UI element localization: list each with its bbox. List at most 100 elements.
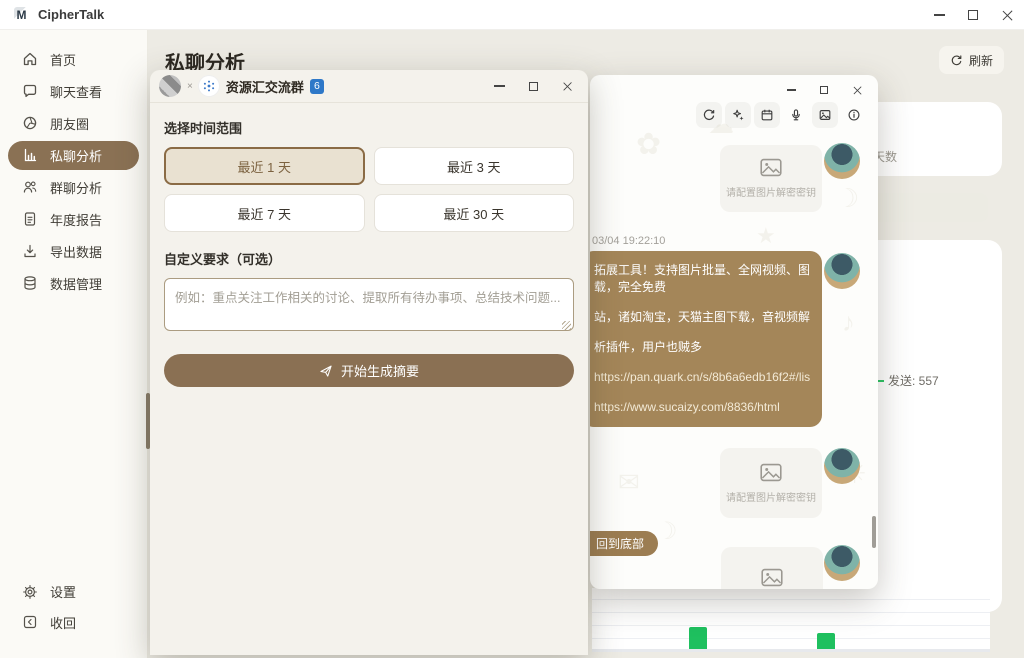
refresh-button[interactable]: 刷新 bbox=[939, 46, 1004, 74]
back-to-bottom-button[interactable]: 回到底部 bbox=[590, 531, 658, 556]
close-button[interactable] bbox=[990, 0, 1024, 30]
app-logo-icon: M bbox=[14, 7, 29, 22]
moon-watermark-icon: ☽ bbox=[836, 183, 859, 214]
sidebar-item-label: 私聊分析 bbox=[50, 146, 102, 165]
activity-bar-chart bbox=[592, 588, 990, 652]
range-button-1day[interactable]: 最近 1 天 bbox=[164, 147, 365, 185]
sent-legend-label: 发送: 557 bbox=[888, 372, 939, 389]
sidebar-footer: 设置 收回 bbox=[0, 576, 147, 639]
sidebar-item-label: 收回 bbox=[50, 613, 76, 632]
sidebar-item-moments[interactable]: 朋友圈 bbox=[8, 109, 139, 138]
refresh-icon bbox=[950, 54, 963, 67]
summary-dialog-header: × 资源汇交流群 6 bbox=[150, 70, 588, 103]
flower-watermark-icon: ✿ bbox=[636, 127, 661, 162]
sidebar-item-chat-view[interactable]: 聊天查看 bbox=[8, 77, 139, 106]
message-line: 拓展工具！支持图片批量、全网视频、图片电商 bbox=[594, 262, 810, 279]
maximize-icon bbox=[820, 86, 828, 94]
member-count-badge: 6 bbox=[310, 79, 324, 94]
sidebar-item-export-data[interactable]: 导出数据 bbox=[8, 237, 139, 266]
window-titlebar: M CipherTalk bbox=[0, 0, 1024, 30]
time-range-group: 最近 1 天 最近 3 天 最近 7 天 最近 30 天 bbox=[164, 147, 574, 232]
gear-icon bbox=[22, 584, 38, 600]
chat-scrollbar-thumb[interactable] bbox=[872, 516, 876, 548]
green-bar bbox=[689, 627, 707, 649]
refresh-label: 刷新 bbox=[969, 52, 993, 69]
send-icon bbox=[319, 364, 333, 378]
avatar bbox=[824, 143, 860, 179]
image-placeholder-icon bbox=[760, 158, 782, 177]
maximize-button[interactable] bbox=[956, 0, 990, 30]
custom-requirement-label: 自定义要求（可选） bbox=[164, 249, 574, 268]
close-icon bbox=[1002, 10, 1013, 21]
refresh-icon-button[interactable] bbox=[696, 102, 722, 128]
range-button-30days[interactable]: 最近 30 天 bbox=[374, 194, 575, 232]
music-watermark-icon: ♪ bbox=[842, 307, 855, 338]
info-icon-button[interactable] bbox=[841, 102, 867, 128]
minimize-icon bbox=[787, 89, 796, 90]
export-icon bbox=[22, 243, 38, 259]
time-range-label: 选择时间范围 bbox=[164, 118, 574, 137]
placeholder-text: 请配置图片解密密钥 bbox=[726, 184, 816, 199]
chat-toolbar bbox=[696, 102, 867, 128]
sidebar-item-settings[interactable]: 设置 bbox=[8, 577, 139, 606]
sidebar-item-label: 年度报告 bbox=[50, 210, 102, 229]
calendar-icon-button[interactable] bbox=[754, 102, 780, 128]
range-button-3days[interactable]: 最近 3 天 bbox=[374, 147, 575, 185]
app-title: CipherTalk bbox=[38, 7, 104, 22]
green-bar bbox=[817, 633, 835, 649]
message-line: 站，诸如淘宝，天猫主图下载，音视频解析下载 bbox=[594, 309, 810, 326]
sidebar-item-label: 设置 bbox=[50, 582, 76, 601]
custom-requirement-input[interactable] bbox=[164, 278, 574, 331]
chat-maximize-button[interactable] bbox=[811, 78, 837, 102]
moments-icon bbox=[22, 115, 38, 131]
minimize-button[interactable] bbox=[922, 0, 956, 30]
ai-sparkles-icon-button[interactable] bbox=[725, 102, 751, 128]
sidebar-item-label: 数据管理 bbox=[50, 274, 102, 293]
encrypted-image-placeholder bbox=[721, 547, 823, 589]
sidebar-item-private-analysis[interactable]: 私聊分析 bbox=[8, 141, 139, 170]
sidebar-item-annual-report[interactable]: 年度报告 bbox=[8, 205, 139, 234]
chat-minimize-button[interactable] bbox=[778, 78, 804, 102]
generate-summary-button[interactable]: 开始生成摘要 bbox=[164, 354, 574, 387]
minimize-icon bbox=[494, 85, 505, 86]
image-icon-button[interactable] bbox=[812, 102, 838, 128]
app-window: M CipherTalk 首页 聊天查看 朋友圈 私聊分析 群聊分析 年度报 bbox=[0, 0, 1024, 658]
snowflake-avatar bbox=[199, 76, 219, 96]
database-icon bbox=[22, 275, 38, 291]
message-link[interactable]: https://www.sucaizy.com/8836/html bbox=[594, 399, 810, 416]
maximize-icon bbox=[968, 10, 978, 20]
dialog-maximize-button[interactable] bbox=[521, 70, 545, 103]
left-scrollbar-thumb[interactable] bbox=[146, 393, 150, 449]
sidebar-item-label: 朋友圈 bbox=[50, 114, 89, 133]
collapse-icon bbox=[22, 614, 38, 630]
sidebar-item-data-management[interactable]: 数据管理 bbox=[8, 269, 139, 298]
chat-message-bubble: 拓展工具！支持图片批量、全网视频、图片电商 载，完全免费 站，诸如淘宝，天猫主图… bbox=[590, 251, 822, 427]
sidebar-item-label: 首页 bbox=[50, 50, 76, 69]
mail-watermark-icon: ✉ bbox=[618, 467, 640, 498]
report-icon bbox=[22, 211, 38, 227]
microphone-icon-button[interactable] bbox=[783, 102, 809, 128]
chat-close-button[interactable] bbox=[844, 78, 870, 102]
group-avatar bbox=[159, 75, 181, 97]
close-icon bbox=[853, 86, 862, 95]
maximize-icon bbox=[529, 82, 538, 91]
home-icon bbox=[22, 51, 38, 67]
sidebar-item-collapse[interactable]: 收回 bbox=[8, 608, 139, 637]
dialog-close-button[interactable] bbox=[555, 70, 579, 103]
message-line: 载，完全免费 bbox=[594, 279, 810, 296]
sidebar: 首页 聊天查看 朋友圈 私聊分析 群聊分析 年度报告 导出数据 数据管理 bbox=[0, 30, 148, 658]
snowflake-icon bbox=[202, 79, 216, 93]
avatar bbox=[824, 253, 860, 289]
avatar bbox=[824, 448, 860, 484]
summary-dialog-body: 选择时间范围 最近 1 天 最近 3 天 最近 7 天 最近 30 天 自定义要… bbox=[150, 103, 588, 387]
range-button-7days[interactable]: 最近 7 天 bbox=[164, 194, 365, 232]
bar-chart-icon bbox=[22, 147, 38, 163]
sidebar-item-group-analysis[interactable]: 群聊分析 bbox=[8, 173, 139, 202]
dialog-minimize-button[interactable] bbox=[487, 70, 511, 103]
sidebar-item-home[interactable]: 首页 bbox=[8, 45, 139, 74]
sidebar-item-label: 聊天查看 bbox=[50, 82, 102, 101]
message-link[interactable]: https://pan.quark.cn/s/8b6a6edb16f2#/lis… bbox=[594, 369, 810, 386]
image-placeholder-icon bbox=[761, 568, 783, 587]
encrypted-image-placeholder: 请配置图片解密密钥 bbox=[720, 145, 822, 212]
encrypted-image-placeholder: 请配置图片解密密钥 bbox=[720, 448, 822, 518]
